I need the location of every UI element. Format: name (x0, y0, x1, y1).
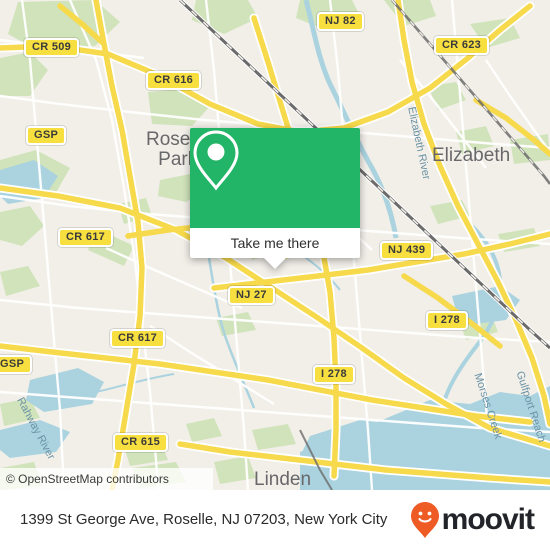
road-shield-gsp[interactable]: GSP (26, 126, 67, 145)
road-shield-nj-27[interactable]: NJ 27 (228, 286, 275, 305)
moovit-logo[interactable]: moovit (410, 501, 535, 539)
popup-card-header (190, 128, 360, 228)
map-screen: Roselle Park Elizabeth Linden Elizabeth … (0, 0, 550, 550)
road-shield-i-278-upper[interactable]: I 278 (426, 311, 468, 330)
map-pin-icon (193, 130, 239, 191)
address-text: 1399 St George Ave, Roselle, NJ 07203, N… (20, 511, 388, 529)
attribution-text: © OpenStreetMap contributors (6, 472, 169, 486)
road-shield-cr-615[interactable]: CR 615 (113, 433, 169, 452)
road-shield-cr-617-upper[interactable]: CR 617 (58, 228, 114, 247)
road-shield-i-278-lower[interactable]: I 278 (313, 365, 355, 384)
map-attribution[interactable]: © OpenStreetMap contributors (0, 468, 213, 490)
location-popup-card[interactable]: Take me there (190, 128, 360, 269)
footer-bar: 1399 St George Ave, Roselle, NJ 07203, N… (0, 490, 550, 550)
road-shield-cr-617-lower[interactable]: CR 617 (110, 329, 166, 348)
road-shield-cr-616[interactable]: CR 616 (146, 71, 202, 90)
popup-card-tail (264, 258, 286, 269)
take-me-there-label: Take me there (230, 235, 320, 251)
road-shield-gsp-lower[interactable]: GSP (0, 355, 33, 374)
road-shield-cr-623[interactable]: CR 623 (434, 36, 490, 55)
map-canvas[interactable]: Roselle Park Elizabeth Linden Elizabeth … (0, 0, 550, 490)
take-me-there-button[interactable]: Take me there (190, 228, 360, 258)
moovit-wordmark: moovit (441, 503, 535, 536)
road-shield-nj-439[interactable]: NJ 439 (380, 241, 434, 260)
road-shield-cr-509[interactable]: CR 509 (24, 38, 80, 57)
moovit-pin-icon (410, 502, 439, 538)
road-shield-nj-82[interactable]: NJ 82 (317, 12, 364, 31)
